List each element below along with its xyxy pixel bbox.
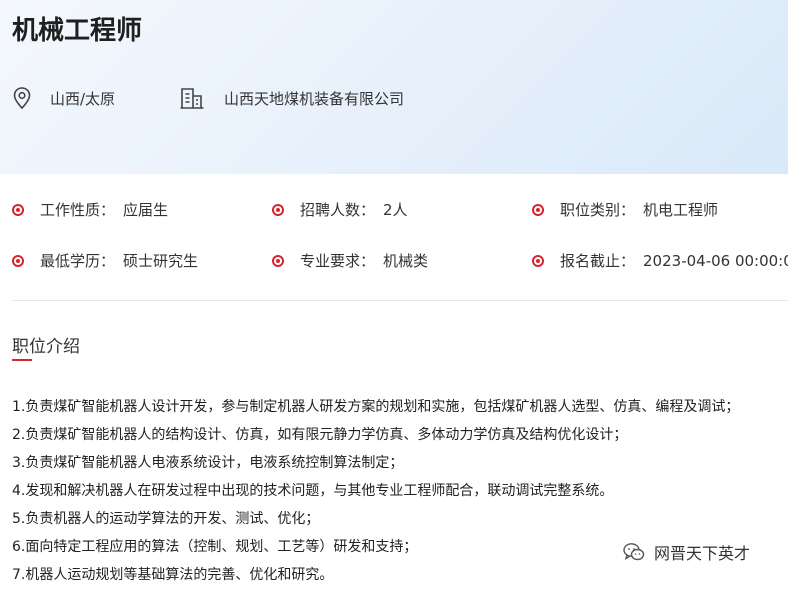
bullet-dot-icon — [12, 254, 24, 267]
info-value: 机电工程师 — [643, 201, 719, 219]
bullet-dot-icon — [12, 203, 24, 216]
bullet-dot-icon — [272, 203, 284, 216]
info-value: 机械类 — [383, 252, 429, 270]
info-label: 报名截止： — [560, 252, 636, 270]
info-job-nature: 工作性质： 应届生 — [12, 199, 168, 220]
section-title: 职位介绍 — [12, 337, 80, 357]
section-underline — [12, 359, 32, 361]
description-line: 3.负责煤矿智能机器人电液系统设计，电液系统控制算法制定； — [12, 455, 404, 471]
building-icon — [180, 86, 204, 110]
wechat-watermark: 网晋天下英才 — [622, 540, 750, 564]
info-value: 硕士研究生 — [123, 252, 199, 270]
watermark-text: 网晋天下英才 — [654, 544, 751, 563]
job-meta: 山西/太原 山西天地煤机装备有限公司 — [10, 86, 404, 110]
job-title: 机械工程师 — [12, 16, 143, 46]
info-value: 2023-04-06 00:00:00 — [643, 251, 788, 270]
bullet-dot-icon — [532, 254, 544, 267]
info-deadline: 报名截止： 2023-04-06 00:00:00 — [532, 250, 788, 271]
description-line: 1.负责煤矿智能机器人设计开发，参与制定机器人研发方案的规划和实施，包括煤矿机器… — [12, 399, 740, 415]
job-company[interactable]: 山西天地煤机装备有限公司 — [180, 86, 404, 110]
info-job-category: 职位类别： 机电工程师 — [532, 199, 718, 220]
info-label: 专业要求： — [300, 252, 376, 270]
job-location-text: 山西/太原 — [50, 89, 116, 108]
location-pin-icon — [10, 86, 34, 110]
job-location: 山西/太原 — [10, 86, 115, 110]
job-header: 机械工程师 山西/太原 山西天地煤机装备有限公司 — [0, 0, 788, 174]
job-company-name: 山西天地煤机装备有限公司 — [224, 89, 405, 108]
info-label: 招聘人数： — [300, 201, 376, 219]
info-value: 2人 — [383, 201, 408, 219]
info-label: 职位类别： — [560, 201, 636, 219]
info-label: 工作性质： — [40, 201, 116, 219]
info-min-education: 最低学历： 硕士研究生 — [12, 250, 198, 271]
section-divider — [12, 300, 788, 301]
description-line: 5.负责机器人的运动学算法的开发、测试、优化； — [12, 511, 320, 527]
info-label: 最低学历： — [40, 252, 116, 270]
description-line: 7.机器人运动规划等基础算法的完善、优化和研究。 — [12, 567, 334, 583]
info-headcount: 招聘人数： 2人 — [272, 199, 408, 220]
wechat-icon — [622, 540, 646, 564]
info-major: 专业要求： 机械类 — [272, 250, 428, 271]
info-value: 应届生 — [123, 201, 169, 219]
description-line: 4.发现和解决机器人在研发过程中出现的技术问题，与其他专业工程师配合，联动调试完… — [12, 483, 614, 499]
bullet-dot-icon — [272, 254, 284, 267]
bullet-dot-icon — [532, 203, 544, 216]
description-line: 2.负责煤矿智能机器人的结构设计、仿真，如有限元静力学仿真、多体动力学仿真及结构… — [12, 427, 628, 443]
